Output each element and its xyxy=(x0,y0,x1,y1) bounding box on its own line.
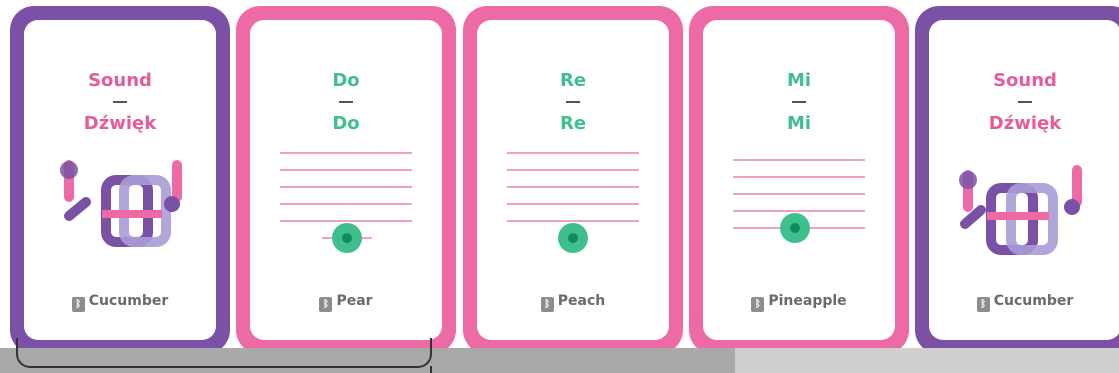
card-face: Sound Dźwięk ᛒ Cucumber xyxy=(929,20,1119,340)
sensor-label: ᛒ Cucumber xyxy=(24,293,216,312)
sensor-label: ᛒ Cucumber xyxy=(929,293,1119,312)
card-face: Re Re ᛒ Peach xyxy=(477,20,669,340)
card-face: Do Do ᛒ Pear xyxy=(250,20,442,340)
music-staff-note-icon xyxy=(733,159,865,243)
sensor-name: Pineapple xyxy=(768,293,847,309)
sensor-name: Cucumber xyxy=(88,293,169,309)
scroll-tick xyxy=(430,366,432,373)
bluetooth-icon: ᛒ xyxy=(540,297,554,312)
bluetooth-icon: ᛒ xyxy=(71,297,85,312)
sensor-name: Cucumber xyxy=(993,293,1074,309)
sound-card[interactable]: Sound Dźwięk ᛒ Cucumber xyxy=(10,6,230,354)
card-face: Mi Mi ᛒ Pineapple xyxy=(703,20,895,340)
bluetooth-icon: ᛒ xyxy=(976,297,990,312)
note-mi-card[interactable]: Mi Mi ᛒ Pineapple xyxy=(689,6,909,354)
note-re-card[interactable]: Re Re ᛒ Peach xyxy=(463,6,683,354)
bluetooth-icon: ᛒ xyxy=(319,297,333,312)
sensor-label: ᛒ Peach xyxy=(477,293,669,312)
sensor-label: ᛒ Pineapple xyxy=(703,293,895,312)
bluetooth-icon: ᛒ xyxy=(751,297,765,312)
sensor-label: ᛒ Pear xyxy=(250,293,442,312)
scroll-thumb[interactable] xyxy=(16,338,432,368)
card-strip: Sound Dźwięk ᛒ Cucumber Do Do ᛒ Pear Re … xyxy=(0,0,1119,373)
music-staff-note-icon xyxy=(507,152,639,253)
sound-icon xyxy=(959,165,1082,255)
note-do-card[interactable]: Do Do ᛒ Pear xyxy=(236,6,456,354)
sound-card[interactable]: Sound Dźwięk ᛒ Cucumber xyxy=(915,6,1119,354)
music-staff-note-icon xyxy=(280,152,412,253)
sensor-name: Pear xyxy=(336,293,373,309)
sound-icon xyxy=(60,160,182,247)
sensor-name: Peach xyxy=(557,293,606,309)
card-face: Sound Dźwięk ᛒ Cucumber xyxy=(24,20,216,340)
scroll-track-end[interactable] xyxy=(735,348,1119,373)
